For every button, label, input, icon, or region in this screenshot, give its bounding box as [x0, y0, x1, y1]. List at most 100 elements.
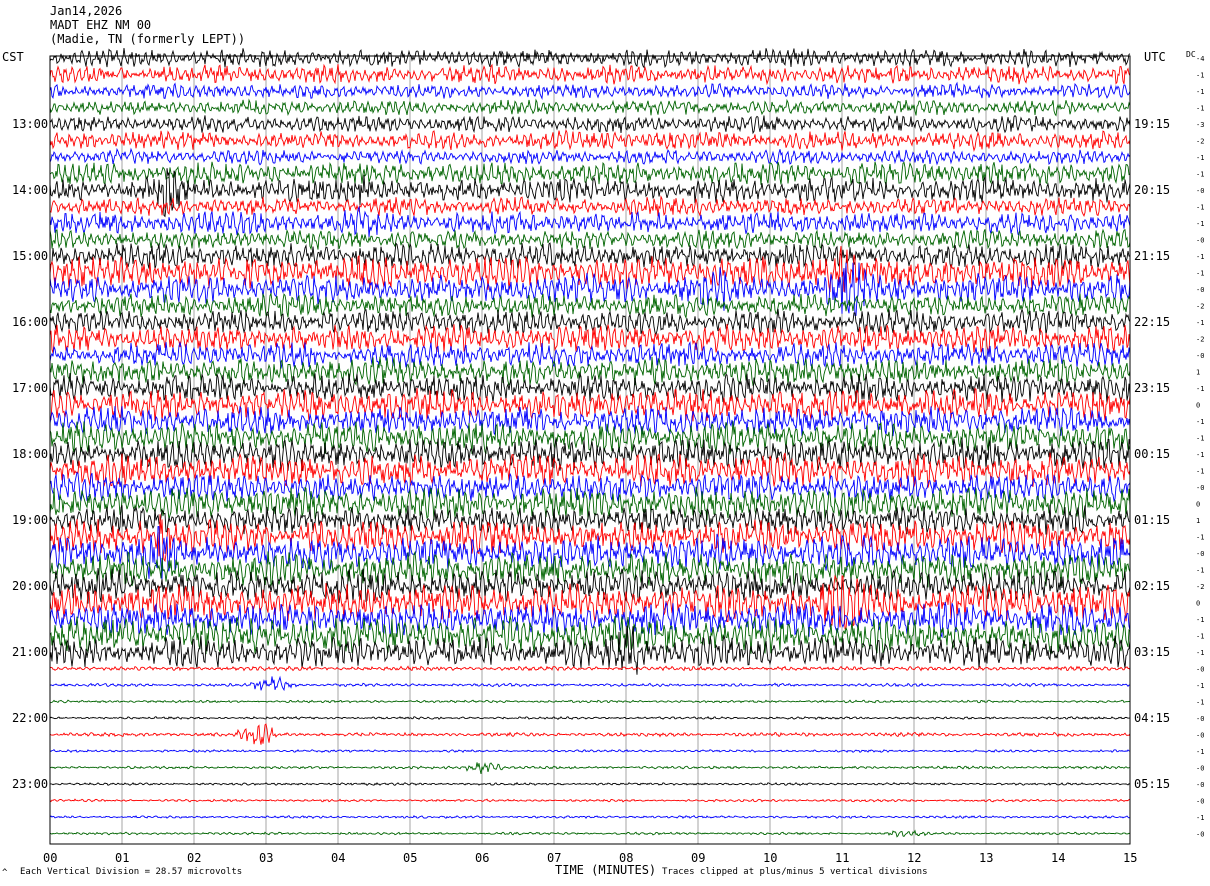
seismic-trace-line	[50, 675, 1130, 692]
utc-time-label: 03:15	[1134, 645, 1170, 659]
seismic-trace-line	[49, 246, 1131, 293]
cst-time-label: 13:00	[12, 117, 48, 131]
cst-time-label: 18:00	[12, 447, 48, 461]
dc-offset-label: -0	[1196, 352, 1204, 360]
dc-offset-label: -1	[1196, 154, 1204, 162]
dc-offset-label: -1	[1196, 171, 1204, 179]
x-tick-label: 06	[475, 851, 489, 865]
x-tick-label: 01	[115, 851, 129, 865]
dc-offset-label: -1	[1196, 204, 1204, 212]
dc-offset-label: -1	[1196, 682, 1204, 690]
cst-time-label: 20:00	[12, 579, 48, 593]
dc-offset-label: -1	[1196, 418, 1204, 426]
dc-offset-label: -0	[1196, 237, 1204, 245]
dc-offset-label: -1	[1196, 270, 1204, 278]
dc-offset-label: -1	[1196, 435, 1204, 443]
seismic-trace-line	[49, 47, 1131, 69]
right-timezone-label: UTC	[1144, 50, 1166, 64]
cst-time-label: 14:00	[12, 183, 48, 197]
dc-offset-header: DC	[1186, 50, 1196, 59]
utc-time-label: 21:15	[1134, 249, 1170, 263]
x-tick-label: 10	[763, 851, 777, 865]
seismic-trace-line	[49, 829, 1131, 838]
seismic-trace-line	[49, 665, 1131, 672]
seismic-trace-line	[49, 723, 1131, 745]
utc-time-label: 05:15	[1134, 777, 1170, 791]
seismic-trace-line	[49, 63, 1131, 86]
dc-offset-label: -1	[1196, 385, 1204, 393]
seismic-trace-line	[49, 128, 1131, 153]
seismic-trace-line	[49, 228, 1131, 251]
dc-offset-label: -0	[1196, 732, 1204, 740]
dc-offset-label: -1	[1196, 748, 1204, 756]
dc-offset-label: -0	[1196, 798, 1204, 806]
x-tick-label: 00	[43, 851, 57, 865]
utc-time-label: 23:15	[1134, 381, 1170, 395]
dc-offset-label: -2	[1196, 303, 1204, 311]
dc-offset-label: -4	[1196, 55, 1204, 63]
seismic-trace-line	[49, 749, 1131, 754]
x-tick-label: 04	[331, 851, 345, 865]
seismic-trace-line	[49, 81, 1131, 100]
seismic-trace-line	[49, 356, 1131, 387]
seismic-trace-line	[49, 699, 1131, 704]
seismic-trace-line	[49, 471, 1131, 503]
x-tick-label: 07	[547, 851, 561, 865]
dc-offset-label: -1	[1196, 534, 1204, 542]
x-axis-title: TIME (MINUTES)	[555, 863, 656, 877]
dc-offset-label: -1	[1196, 567, 1204, 575]
dc-offset-label: -1	[1196, 72, 1204, 80]
x-tick-label: 02	[187, 851, 201, 865]
cst-time-label: 17:00	[12, 381, 48, 395]
dc-offset-label: 1	[1196, 369, 1200, 377]
dc-offset-label: -0	[1196, 550, 1204, 558]
dc-offset-label: -0	[1196, 781, 1204, 789]
seismic-trace-line	[49, 372, 1131, 403]
x-tick-label: 12	[907, 851, 921, 865]
dc-offset-label: -0	[1196, 666, 1204, 674]
seismic-trace-line	[49, 762, 1130, 774]
seismic-trace-line	[49, 438, 1131, 472]
dc-offset-label: -1	[1196, 633, 1204, 641]
clipping-note: Traces clipped at plus/minus 5 vertical …	[662, 867, 928, 877]
cst-time-label: 19:00	[12, 513, 48, 527]
utc-time-label: 22:15	[1134, 315, 1170, 329]
cst-time-label: 15:00	[12, 249, 48, 263]
x-tick-label: 08	[619, 851, 633, 865]
dc-offset-label: -2	[1196, 138, 1204, 146]
dc-offset-label: -1	[1196, 814, 1204, 822]
utc-time-label: 20:15	[1134, 183, 1170, 197]
dc-offset-label: -2	[1196, 583, 1204, 591]
seismic-trace-line	[49, 526, 1131, 580]
dc-offset-label: -1	[1196, 105, 1204, 113]
seismic-trace-line	[49, 324, 1131, 354]
seismic-trace-line	[49, 814, 1131, 820]
x-tick-label: 15	[1123, 851, 1137, 865]
dc-offset-label: -0	[1196, 187, 1204, 195]
dc-offset-label: -1	[1196, 88, 1204, 96]
seismic-trace-line	[49, 308, 1131, 337]
dc-offset-label: -0	[1196, 484, 1204, 492]
dc-offset-label: -3	[1196, 121, 1204, 129]
dc-offset-label: -1	[1196, 468, 1204, 476]
left-timezone-label: CST	[2, 50, 24, 64]
dc-offset-label: -0	[1196, 715, 1204, 723]
dc-offset-label: -0	[1196, 765, 1204, 773]
seismic-trace-line	[49, 715, 1130, 720]
dc-offset-label: -1	[1196, 253, 1204, 261]
helicorder-plot: CST UTC DC TIME (MINUTES) 00 01 02 03 04 05 06…	[2, 47, 1204, 877]
vertical-division-note: Each Vertical Division = 28.57 microvolt…	[20, 867, 243, 877]
utc-time-label: 19:15	[1134, 117, 1170, 131]
dc-offset-label: -0	[1196, 831, 1204, 839]
cst-time-label: 16:00	[12, 315, 48, 329]
dc-offset-label: 0	[1196, 600, 1200, 608]
seismic-trace-line	[49, 550, 1131, 588]
x-tick-label: 09	[691, 851, 705, 865]
seismic-trace-line	[49, 574, 1131, 630]
x-tick-label: 11	[835, 851, 849, 865]
dc-offset-label: 1	[1196, 517, 1200, 525]
x-tick-label: 13	[979, 851, 993, 865]
seismic-trace-line	[49, 504, 1131, 536]
seismic-trace-line	[49, 205, 1131, 238]
utc-time-label: 01:15	[1134, 513, 1170, 527]
